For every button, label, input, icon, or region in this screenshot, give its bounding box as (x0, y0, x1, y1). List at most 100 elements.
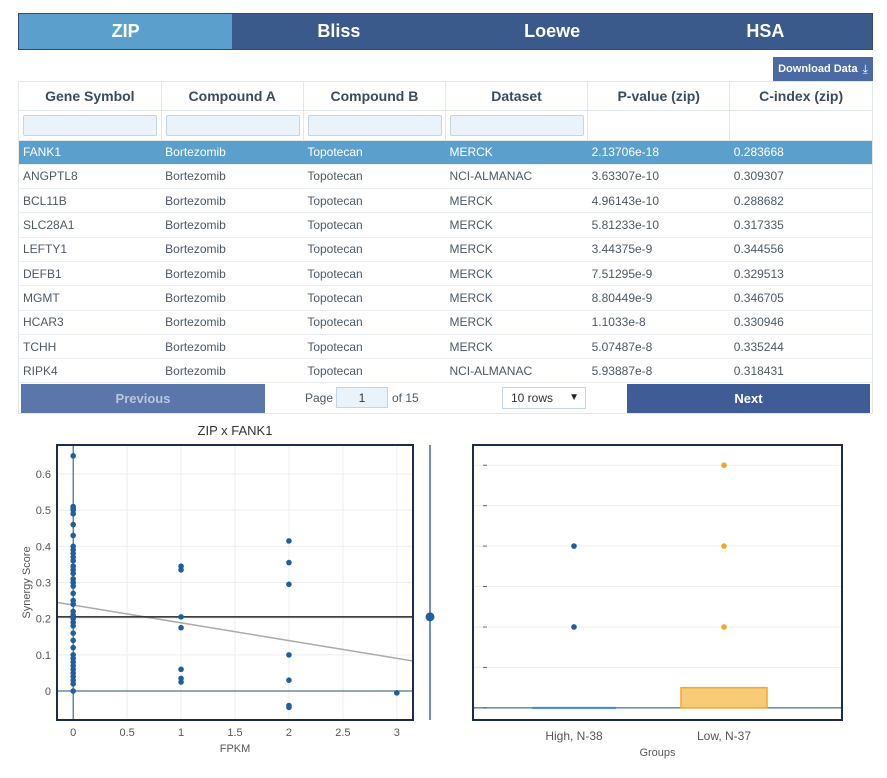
y-tick-label: 0.6 (36, 469, 51, 481)
x-tick-label: 2.5 (335, 727, 350, 739)
dataset-cell: MERCK (445, 261, 588, 287)
compound-b-cell: Topotecan (303, 358, 446, 384)
col-dataset[interactable]: Dataset (445, 82, 589, 111)
outlier-point (721, 543, 727, 549)
table-row[interactable]: BCL11B Bortezomib Topotecan MERCK 4.96143e-1… (19, 188, 872, 214)
x-tick-label: 1 (178, 727, 184, 739)
p-value-cell: 3.44375e-9 (587, 237, 730, 262)
compound-a-cell: Bortezomib (161, 358, 304, 384)
data-point (394, 690, 400, 696)
x-category-label: High, N-38 (545, 729, 603, 743)
gene-symbol-cell: TCHH (19, 334, 162, 360)
outlier-point (721, 462, 727, 469)
table-row[interactable]: HCAR3 Bortezomib Topotecan MERCK 1.1033e-8 0.… (19, 310, 872, 335)
page-label: Page (305, 391, 334, 405)
x-axis-label: FPKM (220, 743, 251, 755)
compound-a-cell: Bortezomib (161, 310, 304, 335)
col-compound-b[interactable]: Compound B (303, 82, 446, 111)
table-row[interactable]: MGMT Bortezomib Topotecan MERCK 8.80449e-9 0.… (19, 285, 872, 311)
data-point (178, 624, 184, 631)
p-value-cell: 4.96143e-10 (587, 188, 730, 214)
c-index-cell: 0.344556 (729, 237, 872, 262)
p-value-cell: 5.81233e-10 (587, 212, 730, 238)
table-row[interactable]: SLC28A1 Bortezomib Topotecan MERCK 5.81233e-… (19, 212, 872, 238)
dataset-cell: MERCK (445, 188, 588, 214)
download-icon: ⤓ (862, 61, 868, 76)
table-header-row: Gene Symbol Compound A Compound B Datase… (19, 82, 872, 111)
page-total-label: of 15 (392, 391, 419, 405)
compound-a-cell: Bortezomib (161, 285, 304, 311)
dataset-cell: NCI-ALMANAC (445, 358, 588, 384)
caret-down-icon: ▼ (569, 392, 579, 403)
dataset-cell: NCI-ALMANAC (445, 164, 588, 190)
data-point (286, 581, 292, 588)
col-gene-symbol[interactable]: Gene Symbol (19, 82, 162, 111)
x-tick-label: 3 (394, 727, 400, 739)
y-tick-label: 0.1 (36, 650, 51, 662)
compound-b-filter-input[interactable] (307, 114, 442, 136)
outlier-point (721, 624, 727, 630)
data-point (70, 453, 76, 459)
box-chart: High, N-38 Low, N-37 Groups (472, 444, 843, 759)
col-c-index[interactable]: C-index (zip) (729, 82, 872, 111)
previous-button[interactable]: Previous (21, 384, 265, 413)
data-point (178, 679, 184, 685)
gene-filter-input[interactable] (23, 114, 157, 136)
pagination: Previous Page 1 of 15 10 rows ▼ Next (19, 384, 872, 414)
p-value-cell: 1.1033e-8 (587, 310, 730, 335)
compound-a-filter-input[interactable] (165, 114, 300, 136)
slider-handle (425, 612, 435, 622)
p-value-cell: 7.51295e-9 (587, 261, 730, 287)
tab-loewe[interactable]: Loewe (446, 14, 659, 49)
table-row[interactable]: FANK1 Bortezomib Topotecan MERCK 2.13706e-18… (19, 140, 872, 165)
c-index-cell: 0.309307 (729, 164, 872, 190)
dataset-filter-input[interactable] (449, 114, 584, 136)
gene-symbol-cell: HCAR3 (19, 310, 162, 335)
scatter-chart: ZIP x FANK1 0 0.5 1 1.5 2 2.5 3 0 0.1 0.2 0.3 0.4 0.5… (21, 423, 435, 755)
data-point (70, 623, 76, 629)
table-row[interactable]: DEFB1 Bortezomib Topotecan MERCK 7.51295e-9 0… (19, 261, 872, 287)
rows-per-page-value: 10 rows (511, 391, 554, 405)
next-button[interactable]: Next (627, 384, 870, 413)
data-point (70, 637, 76, 644)
col-p-value[interactable]: P-value (zip) (587, 82, 731, 111)
c-index-cell: 0.318431 (729, 358, 872, 384)
data-point (70, 601, 76, 608)
data-point (178, 666, 184, 673)
compound-b-cell: Topotecan (303, 164, 446, 190)
compound-b-cell: Topotecan (303, 334, 446, 360)
x-tick-label: 0 (70, 727, 76, 739)
c-index-cell: 0.330946 (729, 310, 872, 335)
gene-symbol-cell: DEFB1 (19, 261, 162, 287)
data-point (70, 688, 76, 694)
gene-symbol-cell: RIPK4 (19, 358, 162, 384)
table-row[interactable]: RIPK4 Bortezomib Topotecan NCI-ALMANAC 5.938… (19, 358, 872, 384)
col-compound-a[interactable]: Compound A (161, 82, 304, 111)
compound-a-cell: Bortezomib (161, 164, 304, 190)
compound-b-cell: Topotecan (303, 140, 446, 165)
tab-zip[interactable]: ZIP (19, 14, 233, 49)
data-point (70, 583, 76, 589)
compound-b-cell: Topotecan (303, 285, 446, 311)
rows-per-page-select[interactable]: 10 rows ▼ (502, 387, 586, 409)
table-row[interactable]: TCHH Bortezomib Topotecan MERCK 5.07487e-8 0.… (19, 334, 872, 360)
page-number-input[interactable]: 1 (336, 387, 388, 408)
compound-b-cell: Topotecan (303, 310, 446, 335)
data-point (286, 559, 292, 566)
p-value-cell: 8.80449e-9 (587, 285, 730, 311)
tab-hsa[interactable]: HSA (659, 14, 872, 49)
table-row[interactable]: LEFTY1 Bortezomib Topotecan MERCK 3.44375e-9… (19, 237, 872, 262)
dataset-cell: MERCK (445, 212, 588, 238)
p-value-cell: 5.93887e-8 (587, 358, 730, 384)
tab-bliss[interactable]: Bliss (232, 14, 445, 49)
data-point (70, 521, 76, 528)
p-value-cell: 3.63307e-10 (587, 164, 730, 190)
data-point (70, 590, 76, 597)
data-point (70, 681, 76, 687)
table-row[interactable]: ANGPTL8 Bortezomib Topotecan NCI-ALMANAC 3.6… (19, 164, 872, 190)
dataset-cell: MERCK (445, 334, 588, 360)
c-index-cell: 0.288682 (729, 188, 872, 214)
compound-a-cell: Bortezomib (161, 237, 304, 262)
download-data-button[interactable]: Download Data ⤓ (773, 57, 873, 81)
box-low (680, 686, 768, 709)
